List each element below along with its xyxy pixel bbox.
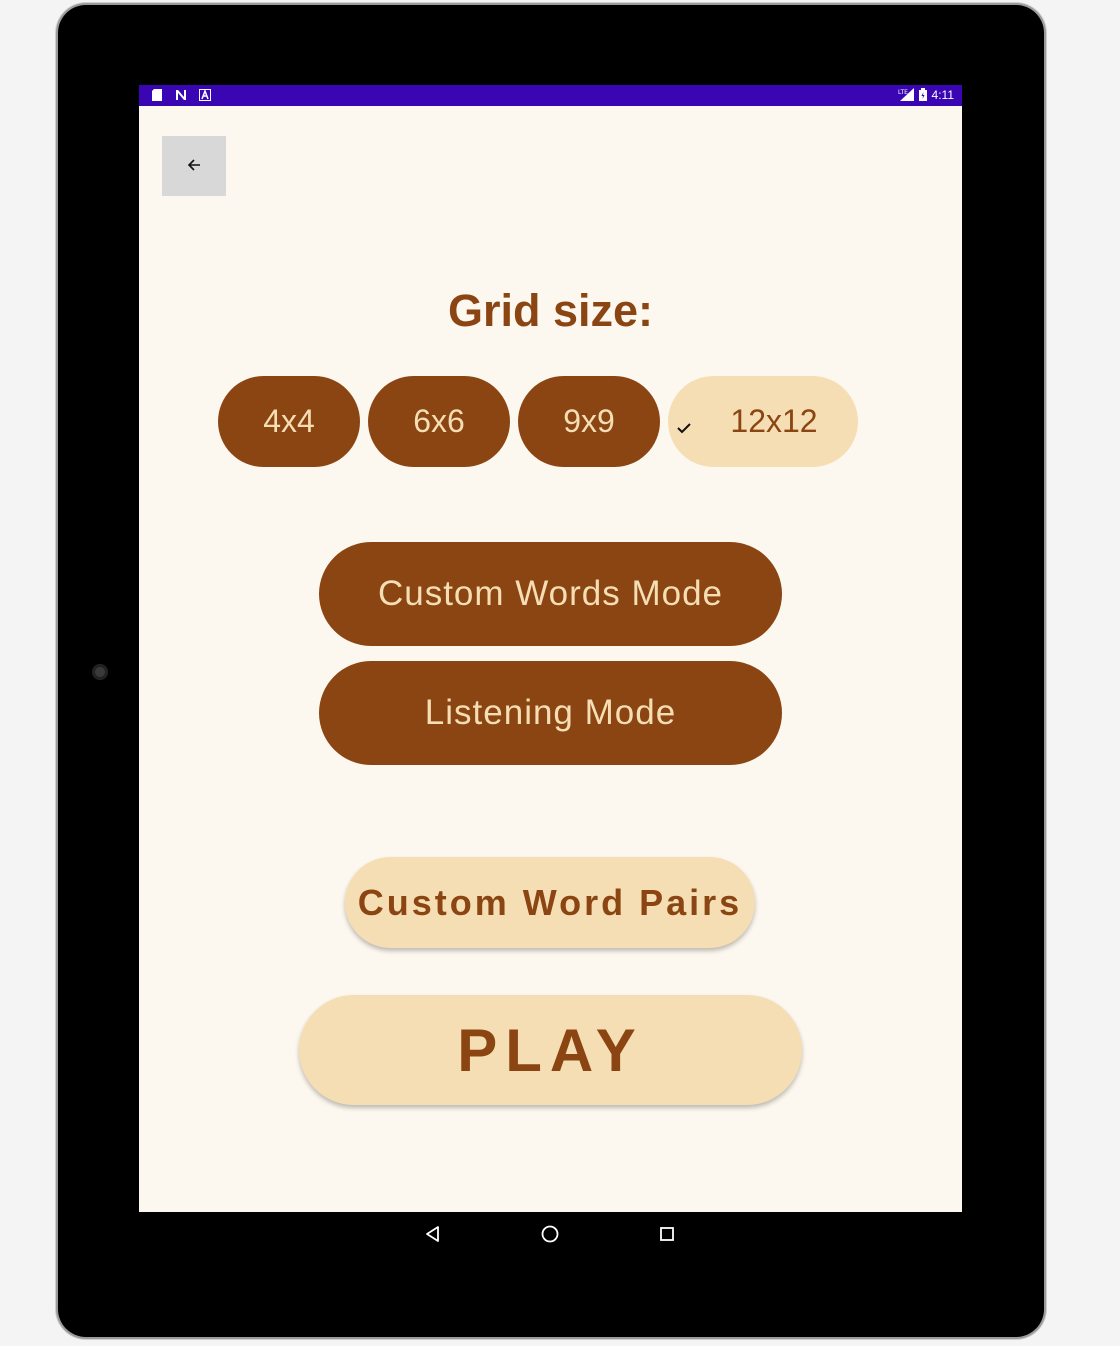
system-nav-bar [139,1212,962,1256]
sd-card-icon [151,89,163,101]
back-triangle-icon[interactable] [421,1222,445,1246]
status-bar: LTE 4:11 [139,85,962,106]
grid-chip-9x9[interactable]: 9x9 [518,376,660,467]
n-icon [175,89,187,101]
custom-words-mode-button[interactable]: Custom Words Mode [319,542,782,646]
chip-label: 4x4 [263,403,315,439]
app-screen: LTE 4:11 Grid size: 4x4 6x6 9x9 12x12 Cu… [139,85,962,1212]
checkmark-icon [674,409,694,434]
grid-chip-4x4[interactable]: 4x4 [218,376,360,467]
custom-word-pairs-button[interactable]: Custom Word Pairs [345,857,755,948]
chip-label: 6x6 [413,403,465,439]
button-label: PLAY [457,1016,644,1084]
listening-mode-button[interactable]: Listening Mode [319,661,782,765]
chip-label: 9x9 [563,403,615,439]
status-time: 4:11 [931,88,954,102]
arrow-left-icon [186,157,202,176]
home-circle-icon[interactable] [538,1222,562,1246]
button-label: Custom Word Pairs [357,881,743,923]
svg-text:LTE: LTE [898,89,908,96]
back-button[interactable] [162,136,226,196]
a-icon [199,89,211,101]
camera-icon [92,664,108,680]
button-label: Custom Words Mode [377,574,724,613]
button-label: Listening Mode [424,693,677,732]
lte-signal-icon: LTE [898,87,914,104]
grid-chip-6x6[interactable]: 6x6 [368,376,510,467]
battery-icon [918,87,927,104]
recents-square-icon[interactable] [655,1222,679,1246]
page-title: Grid size: [447,285,654,336]
chip-label: 12x12 [730,403,818,439]
play-button[interactable]: PLAY [299,995,802,1105]
grid-chip-12x12[interactable]: 12x12 [668,376,858,467]
